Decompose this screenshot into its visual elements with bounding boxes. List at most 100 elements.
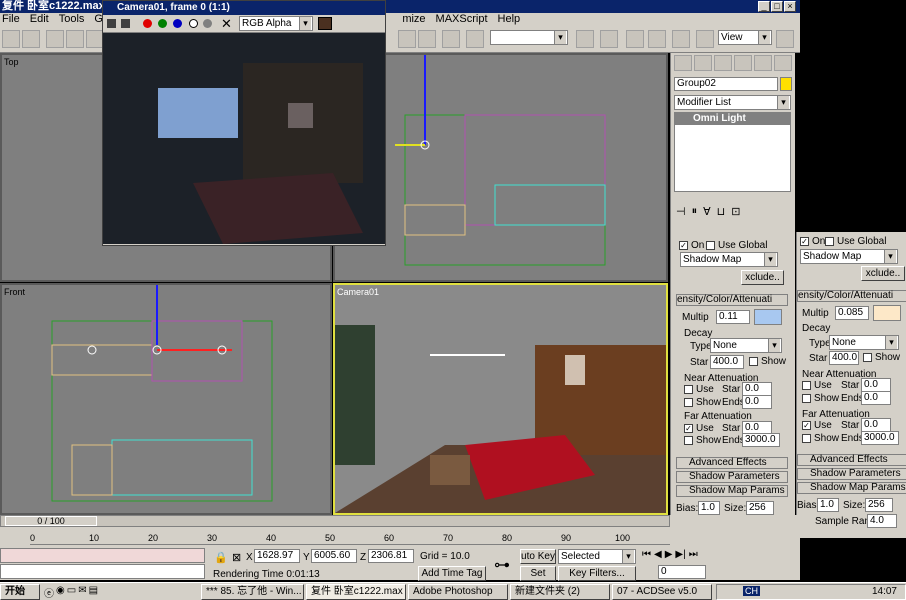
start-button[interactable]: 开始 xyxy=(0,584,40,600)
render-type-icon[interactable] xyxy=(696,30,714,48)
task-acdsee[interactable]: 07 - ACDSee v5.0 xyxy=(612,584,712,600)
unique-icon[interactable]: ∀ xyxy=(703,205,711,218)
save-bitmap-icon[interactable] xyxy=(107,19,116,28)
float-decay-show-checkbox[interactable]: Show xyxy=(863,352,900,363)
language-indicator[interactable]: CH xyxy=(743,586,760,596)
set-key-button[interactable]: Set Key xyxy=(520,566,556,593)
far-show-checkbox[interactable]: Show xyxy=(684,435,721,446)
shadow-type-combo[interactable]: Shadow Map xyxy=(680,252,778,267)
float-use-global-checkbox[interactable]: Use Global xyxy=(825,236,886,247)
on-checkbox[interactable]: ✓ On xyxy=(679,240,704,251)
near-start-field[interactable]: 0.0 xyxy=(742,382,772,396)
clear-icon[interactable]: ✕ xyxy=(221,16,232,32)
float-sample-range-field[interactable]: 4.0 xyxy=(867,514,897,528)
time-slider-thumb[interactable]: 0 / 100 xyxy=(5,516,97,526)
float-exclude-button[interactable]: xclude.. xyxy=(861,266,905,281)
mirror-icon[interactable] xyxy=(398,30,416,48)
go-end-icon[interactable]: ⏭ xyxy=(689,549,698,560)
configure-icon[interactable]: ⊡ xyxy=(731,205,740,218)
float-multiplier-field[interactable]: 0.085 xyxy=(835,306,869,320)
float-intensity-rollout[interactable]: ensity/Color/Attenuati xyxy=(797,290,906,302)
task-folder[interactable]: 新建文件夹 (2) xyxy=(510,584,610,600)
float-shadow-type-combo[interactable]: Shadow Map xyxy=(800,249,898,264)
task-winamp[interactable]: *** 85. 忘了他 - Win... xyxy=(201,584,304,600)
undo-icon[interactable] xyxy=(2,30,20,48)
next-frame-icon[interactable]: ▶| xyxy=(675,549,685,560)
float-far-start-field[interactable]: 0.0 xyxy=(861,418,891,432)
create-tab-icon[interactable] xyxy=(674,55,692,71)
desktop-icon[interactable]: ▭ xyxy=(67,585,76,600)
menu-customize[interactable]: mize xyxy=(402,13,425,26)
current-frame-field[interactable]: 0 xyxy=(658,565,706,579)
shadow-map-params-rollout[interactable]: Shadow Map Params xyxy=(676,485,788,497)
pin-stack-icon[interactable]: ⊣ xyxy=(676,205,686,218)
select-icon[interactable] xyxy=(46,30,64,48)
modify-tab-icon[interactable] xyxy=(694,55,712,71)
absolute-mode-icon[interactable]: ⊠ xyxy=(232,551,241,564)
float-near-end-field[interactable]: 0.0 xyxy=(861,391,891,405)
channel-combo[interactable]: RGB Alpha xyxy=(239,16,313,31)
teapot-render-icon[interactable] xyxy=(776,30,794,48)
explorer-icon[interactable]: ◉ xyxy=(56,585,65,600)
blue-channel-icon[interactable] xyxy=(173,19,182,28)
float-far-show-checkbox[interactable]: Show xyxy=(802,433,839,444)
viewport-top-label[interactable]: Top xyxy=(4,57,19,67)
modifier-list-combo[interactable]: Modifier List xyxy=(674,95,791,110)
maxscript-listener[interactable] xyxy=(0,548,205,563)
float-shadow-params-rollout[interactable]: Shadow Parameters xyxy=(797,468,906,480)
decay-type-combo[interactable]: None xyxy=(710,338,782,353)
float-near-use-checkbox[interactable]: Use xyxy=(802,380,832,391)
decay-start-field[interactable]: 400.0 xyxy=(710,355,744,369)
close-icon[interactable]: × xyxy=(784,1,796,12)
named-selection-combo[interactable] xyxy=(490,30,568,45)
add-time-tag-button[interactable]: Add Time Tag xyxy=(418,566,486,581)
motion-tab-icon[interactable] xyxy=(734,55,752,71)
near-use-checkbox[interactable]: Use xyxy=(684,384,714,395)
outlook-icon[interactable]: ✉ xyxy=(78,585,86,600)
display-tab-icon[interactable] xyxy=(754,55,772,71)
viewport-camera[interactable]: Camera01 xyxy=(333,283,668,515)
viewport-front[interactable]: Front xyxy=(0,283,332,515)
use-global-checkbox[interactable]: Use Global xyxy=(706,240,767,251)
menu-help[interactable]: Help xyxy=(498,13,521,26)
task-photoshop[interactable]: Adobe Photoshop xyxy=(408,584,508,600)
hierarchy-tab-icon[interactable] xyxy=(714,55,732,71)
prompt-line[interactable] xyxy=(0,564,205,579)
size-field[interactable]: 256 xyxy=(746,501,774,515)
material-editor-icon[interactable] xyxy=(600,30,618,48)
green-channel-icon[interactable] xyxy=(158,19,167,28)
remove-modifier-icon[interactable]: ⊔ xyxy=(717,205,726,218)
quick-render-icon[interactable] xyxy=(648,30,666,48)
mono-icon[interactable] xyxy=(203,19,212,28)
schematic-icon[interactable] xyxy=(576,30,594,48)
light-color-swatch[interactable] xyxy=(754,309,782,325)
float-shadow-map-params-rollout[interactable]: Shadow Map Params xyxy=(797,482,906,494)
near-end-field[interactable]: 0.0 xyxy=(742,395,772,409)
float-size-field[interactable]: 256 xyxy=(865,498,893,512)
float-near-start-field[interactable]: 0.0 xyxy=(861,378,891,392)
far-use-checkbox[interactable]: ✓ Use xyxy=(684,423,714,434)
menu-edit[interactable]: Edit xyxy=(30,13,49,26)
menu-maxscript[interactable]: MAXScript xyxy=(436,13,488,26)
key-selection-combo[interactable]: Selected xyxy=(558,549,636,564)
float-on-checkbox[interactable]: ✓ On xyxy=(800,236,825,247)
task-3dsmax[interactable]: 复件 卧室c1222.max ... xyxy=(306,584,406,600)
track-bar[interactable]: 0 10 20 30 40 50 60 70 80 90 100 xyxy=(30,529,670,545)
time-slider[interactable]: 0 / 100 xyxy=(0,515,670,527)
float-near-show-checkbox[interactable]: Show xyxy=(802,393,839,404)
multiplier-field[interactable]: 0.11 xyxy=(716,310,750,324)
go-start-icon[interactable]: ⏮ xyxy=(642,549,651,560)
menu-file[interactable]: File xyxy=(2,13,20,26)
lock-selection-icon[interactable]: 🔒 xyxy=(214,551,228,564)
intensity-rollout[interactable]: ensity/Color/Attenuati xyxy=(676,294,788,306)
render-type-combo[interactable]: View xyxy=(718,30,772,45)
color-swatch[interactable] xyxy=(318,17,332,30)
advanced-effects-rollout[interactable]: Advanced Effects xyxy=(676,457,788,469)
object-name-field[interactable]: Group02 xyxy=(674,77,778,91)
red-channel-icon[interactable] xyxy=(143,19,152,28)
shadow-params-rollout[interactable]: Shadow Parameters xyxy=(676,471,788,483)
float-decay-type-combo[interactable]: None xyxy=(829,335,899,350)
clone-frame-icon[interactable] xyxy=(121,19,130,28)
z-coordinate-field[interactable]: 2306.81 xyxy=(368,549,414,563)
float-decay-start-field[interactable]: 400.0 xyxy=(829,351,859,365)
